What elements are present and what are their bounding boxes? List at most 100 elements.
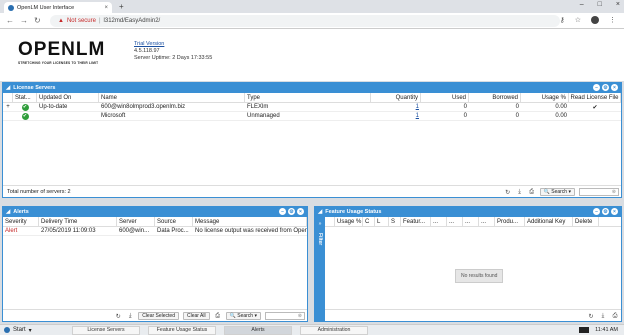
col-source[interactable]: Source: [155, 217, 193, 226]
close-icon[interactable]: ×: [611, 84, 618, 91]
search-dropdown-button[interactable]: 🔍 Search ▾: [539, 188, 575, 196]
col-c[interactable]: C: [363, 217, 375, 226]
maximize-button[interactable]: □: [598, 1, 602, 8]
cell-quantity-link[interactable]: 1: [416, 113, 419, 119]
row-expand-icon: [3, 112, 13, 120]
read-license-icon: [569, 112, 621, 120]
mail-icon[interactable]: [579, 327, 590, 333]
col-message[interactable]: Message: [193, 217, 307, 226]
col-l[interactable]: L: [375, 217, 389, 226]
col-borrowed[interactable]: Borrowed: [469, 93, 521, 102]
col-feature[interactable]: Featur...: [401, 217, 431, 226]
panel-expand-icon[interactable]: ◢: [6, 209, 10, 215]
close-icon[interactable]: ×: [611, 208, 618, 215]
print-icon[interactable]: ⎙: [528, 188, 536, 196]
col-status[interactable]: Stat...: [13, 93, 37, 102]
feature-usage-grid: Usage % C L S Featur... ... ... ... ... …: [325, 217, 621, 227]
reload-icon[interactable]: ↻: [34, 16, 41, 25]
col-product[interactable]: Produ...: [495, 217, 525, 226]
refresh-icon[interactable]: ↻: [114, 312, 122, 320]
openlm-logo: OPENLM STRETCHING YOUR LICENSES TO THEIR…: [18, 39, 105, 65]
clear-selected-button[interactable]: Clear Selected: [138, 312, 179, 320]
search-dropdown-button[interactable]: 🔍 Search ▾: [225, 312, 261, 320]
panel-title: Feature Usage Status: [325, 209, 382, 215]
table-row[interactable]: ✔ Microsoft Unmanaged 1 0 0 0.00: [3, 112, 621, 121]
new-tab-button[interactable]: +: [119, 2, 124, 11]
cell-quantity-link[interactable]: 1: [416, 104, 419, 110]
cell-borrowed: 0: [515, 113, 519, 119]
col-type[interactable]: Type: [245, 93, 371, 102]
col-usage[interactable]: Usage %: [521, 93, 569, 102]
search-input[interactable]: ⊗: [579, 188, 619, 196]
export-icon[interactable]: ⤓: [516, 188, 524, 196]
col-extra3[interactable]: ...: [463, 217, 479, 226]
refresh-icon[interactable]: ↻: [504, 188, 512, 196]
col-used[interactable]: Used: [421, 93, 469, 102]
trial-version-link[interactable]: Trial Version: [134, 41, 212, 48]
refresh-icon[interactable]: ↻: [587, 312, 595, 320]
col-server[interactable]: Server: [117, 217, 155, 226]
panel-expand-icon[interactable]: ◢: [6, 85, 10, 91]
collapse-icon[interactable]: –: [593, 84, 600, 91]
row-expand-icon[interactable]: +: [3, 103, 13, 111]
export-icon[interactable]: ⤓: [599, 312, 607, 320]
no-results-message: No results found: [455, 269, 504, 283]
version-number: 4.5.118.97: [134, 48, 160, 54]
table-row[interactable]: Alert 27/05/2019 11:09:03 600@win... Dat…: [3, 227, 307, 236]
minimize-button[interactable]: –: [580, 1, 584, 8]
url-text: l312md/EasyAdmin2/: [103, 18, 161, 24]
settings-icon[interactable]: ⚙: [602, 208, 609, 215]
browser-tab[interactable]: OpenLM User Interface ×: [4, 2, 112, 13]
close-window-button[interactable]: ×: [616, 1, 620, 8]
taskbar-item-feature-usage[interactable]: Feature Usage Status: [148, 325, 216, 335]
col-severity[interactable]: Severity: [3, 217, 39, 226]
app-taskbar: Start ▾ License Servers Feature Usage St…: [0, 324, 624, 335]
export-icon[interactable]: ⤓: [126, 312, 134, 320]
col-name[interactable]: Name: [99, 93, 245, 102]
profile-avatar[interactable]: [591, 16, 599, 24]
collapse-icon[interactable]: –: [593, 208, 600, 215]
print-icon[interactable]: ⎙: [214, 312, 222, 320]
forward-arrow-icon[interactable]: →: [20, 16, 28, 25]
address-bar-row: ← → ↻ ▲ Not secure | l312md/EasyAdmin2/ …: [0, 13, 624, 29]
col-extra1[interactable]: ...: [431, 217, 447, 226]
url-bar[interactable]: ▲ Not secure | l312md/EasyAdmin2/: [50, 15, 560, 27]
read-license-icon[interactable]: ✔: [569, 103, 621, 111]
col-quantity[interactable]: Quantity: [371, 93, 421, 102]
col-extra2[interactable]: ...: [447, 217, 463, 226]
taskbar-item-administration[interactable]: Administration: [300, 325, 368, 335]
key-icon[interactable]: ⚷: [560, 16, 565, 24]
tab-close-icon[interactable]: ×: [104, 5, 108, 11]
col-delete[interactable]: Delete: [573, 217, 599, 226]
table-row[interactable]: + ✔ Up-to-date 600@win8olmprod3.openlm.b…: [3, 103, 621, 112]
col-extra4[interactable]: ...: [479, 217, 495, 226]
col-read-license[interactable]: Read License File: [569, 93, 621, 102]
start-button[interactable]: Start ▾: [4, 327, 64, 334]
menu-dots-icon[interactable]: ⋮: [609, 16, 616, 24]
close-icon[interactable]: ×: [297, 208, 304, 215]
star-icon[interactable]: ☆: [575, 16, 581, 24]
panel-header: ◢ License Servers – ⚙ ×: [3, 83, 621, 93]
settings-icon[interactable]: ⚙: [602, 84, 609, 91]
taskbar-item-alerts[interactable]: Alerts: [224, 325, 292, 335]
browser-toolbar-icons: ⚷ ☆ ⋮: [560, 16, 616, 24]
clear-all-button[interactable]: Clear All: [183, 312, 210, 320]
back-arrow-icon[interactable]: ←: [6, 16, 14, 25]
logo-tagline: STRETCHING YOUR LICENSES TO THEIR LIMIT: [18, 61, 99, 65]
col-updated-on[interactable]: Updated On: [37, 93, 99, 102]
col-s[interactable]: S: [389, 217, 401, 226]
cell-used: 0: [463, 113, 467, 119]
security-label: Not secure: [66, 18, 96, 24]
print-icon[interactable]: ⎙: [611, 312, 619, 320]
search-label: Search: [551, 189, 568, 195]
collapse-icon[interactable]: –: [279, 208, 286, 215]
settings-icon[interactable]: ⚙: [288, 208, 295, 215]
panel-expand-icon[interactable]: ◢: [318, 209, 322, 215]
taskbar-item-license-servers[interactable]: License Servers: [72, 325, 140, 335]
filter-toggle-icon[interactable]: »: [319, 221, 322, 227]
col-usage[interactable]: Usage %: [335, 217, 363, 226]
filter-sidebar[interactable]: » Filter: [315, 217, 325, 321]
col-delivery-time[interactable]: Delivery Time: [39, 217, 117, 226]
search-input[interactable]: ⊗: [265, 312, 305, 320]
col-additional-key[interactable]: Additional Key: [525, 217, 573, 226]
